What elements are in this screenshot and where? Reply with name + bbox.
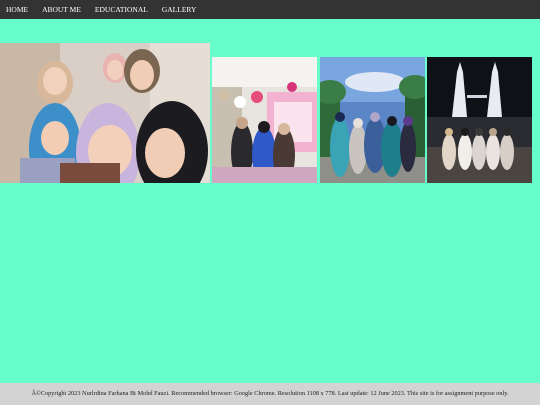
footer: Â©Copyright 2023 Nurlrdina Farhana Bt Mo… [0,383,540,405]
nav-link-educational[interactable]: EDUCATIONAL [88,0,155,19]
gallery-photo-graduation [212,57,317,183]
top-navigation-bar: HOME ABOUT ME EDUCATIONAL GALLERY [0,0,540,19]
footer-copyright-text: Â©Copyright 2023 Nurlrdina Farhana Bt Mo… [31,390,509,397]
nav-link-gallery[interactable]: GALLERY [155,0,204,19]
gallery-photo-outdoor-group [320,57,425,183]
gallery-photo-twin-towers [427,57,532,183]
gallery-photo-selfie [0,43,210,183]
nav-link-about-me[interactable]: ABOUT ME [35,0,88,19]
nav-link-home[interactable]: HOME [0,0,35,19]
